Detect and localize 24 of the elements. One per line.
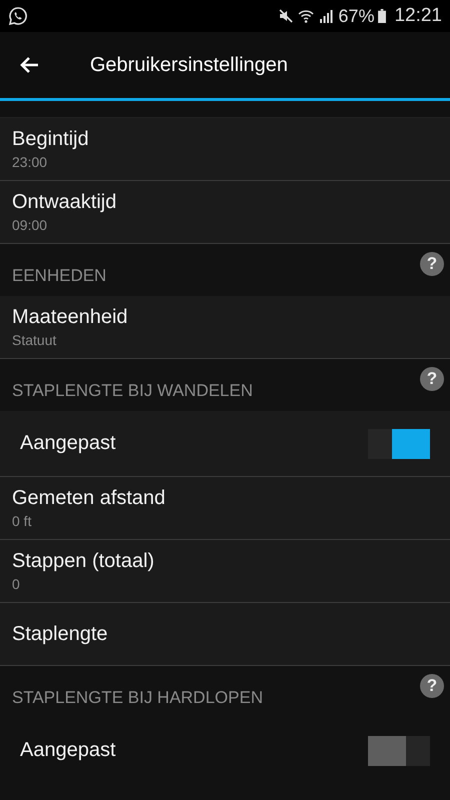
toggle-switch[interactable] (368, 428, 430, 458)
toggle-label: Aangepast (20, 739, 116, 762)
settings-row[interactable]: Begintijd 23:00 (0, 118, 450, 181)
settings-row[interactable]: Ontwaaktijd 09:00 (0, 181, 450, 244)
chat-app-icon (8, 6, 28, 26)
settings-row[interactable]: Stappen (totaal) 0 (0, 540, 450, 603)
help-icon[interactable]: ? (420, 674, 444, 698)
battery-icon (378, 9, 386, 23)
section-header: STAPLENGTE BIJ HARDLOPEN (12, 688, 263, 708)
signal-icon (318, 8, 334, 24)
screen-title: Gebruikersinstellingen (90, 54, 288, 76)
battery-percentage: 67% (338, 6, 374, 26)
wifi-icon (298, 8, 314, 24)
toggle-label: Aangepast (20, 432, 116, 455)
toggle-switch[interactable] (368, 736, 430, 766)
settings-row[interactable]: Maateenheid Statuut (0, 296, 450, 359)
settings-row[interactable]: Staplengte (0, 603, 450, 666)
section-header: EENHEDEN (12, 266, 106, 286)
help-icon[interactable]: ? (420, 252, 444, 276)
clock: 12:21 (394, 5, 442, 27)
settings-row[interactable]: Gemeten afstand 0 ft (0, 477, 450, 540)
help-icon[interactable]: ? (420, 367, 444, 391)
section-header: STAPLENGTE BIJ WANDELEN (12, 381, 253, 401)
mute-icon (278, 8, 294, 24)
